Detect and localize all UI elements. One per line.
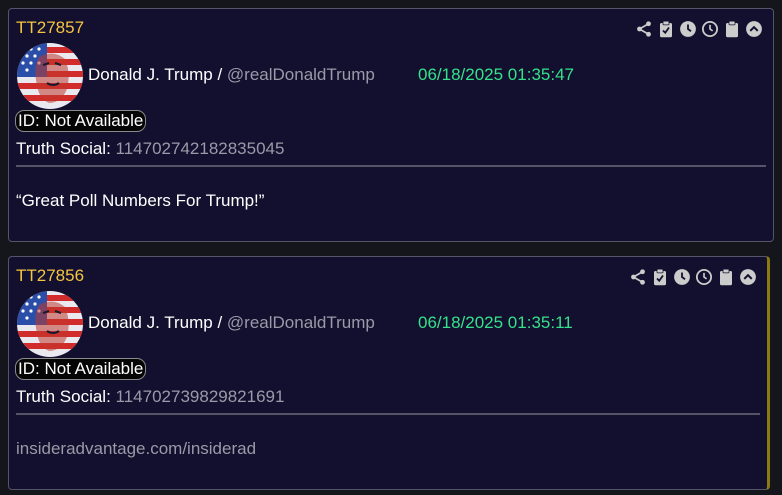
post-toolbar — [628, 267, 757, 286]
truth-social-id[interactable]: 114702742182835045 — [116, 139, 285, 158]
truth-social-label: Truth Social: — [16, 387, 111, 406]
clipboard-check-icon[interactable] — [650, 267, 669, 286]
id-badge: ID: Not Available — [15, 358, 147, 380]
truth-social-id[interactable]: 114702739829821691 — [116, 387, 285, 406]
post-tt-id: TT27857 — [16, 18, 85, 37]
share-icon[interactable] — [634, 19, 653, 38]
avatar[interactable] — [17, 291, 83, 357]
post-timestamp: 06/18/2025 01:35:11 — [418, 313, 573, 332]
author: Donald J. Trump / @realDonaldTrump — [88, 313, 375, 333]
chevron-up-circle-icon[interactable] — [744, 19, 763, 38]
id-badge: ID: Not Available — [15, 110, 147, 132]
avatar[interactable] — [17, 43, 83, 109]
divider — [16, 413, 760, 415]
author-name: Donald J. Trump / — [88, 313, 223, 332]
author: Donald J. Trump / @realDonaldTrump — [88, 65, 375, 85]
clipboard-icon[interactable] — [722, 19, 741, 38]
clock-solid-icon[interactable] — [672, 267, 691, 286]
share-icon[interactable] — [628, 267, 647, 286]
post-card: TT27857 Donald J. Trump / @realDonaldTru… — [8, 8, 774, 242]
truth-social-line: Truth Social: 114702742182835045 — [16, 139, 284, 159]
author-name: Donald J. Trump / — [88, 65, 223, 84]
clock-solid-icon[interactable] — [678, 19, 697, 38]
author-handle[interactable]: @realDonaldTrump — [227, 65, 375, 84]
post-timestamp: 06/18/2025 01:35:47 — [418, 65, 574, 84]
post-content: “Great Poll Numbers For Trump!” — [16, 191, 265, 210]
divider — [16, 165, 766, 167]
clipboard-icon[interactable] — [716, 267, 735, 286]
clock-outline-icon[interactable] — [694, 267, 713, 286]
truth-social-line: Truth Social: 114702739829821691 — [16, 387, 284, 407]
truth-social-label: Truth Social: — [16, 139, 111, 158]
post-content-link[interactable]: insideradvantage.com/insiderad — [16, 439, 256, 459]
clock-outline-icon[interactable] — [700, 19, 719, 38]
author-handle[interactable]: @realDonaldTrump — [227, 313, 375, 332]
post-tt-id: TT27856 — [16, 266, 85, 285]
post-toolbar — [634, 19, 763, 38]
post-card: TT27856 Donald J. Trump / @realDonaldTru… — [8, 256, 770, 490]
chevron-up-circle-icon[interactable] — [738, 267, 757, 286]
clipboard-check-icon[interactable] — [656, 19, 675, 38]
